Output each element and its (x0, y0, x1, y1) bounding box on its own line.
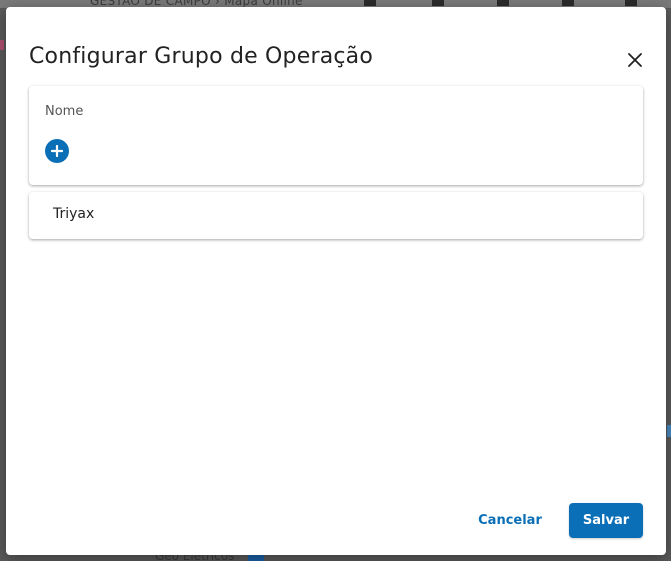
background-accent (667, 425, 671, 437)
background-toolbar-icon (562, 0, 574, 6)
name-header-card: Nome (29, 86, 643, 185)
background-toolbar-icon (364, 0, 376, 6)
close-icon (628, 53, 642, 67)
background-toolbar-icon (497, 0, 509, 6)
background-toolbar-icon (625, 0, 637, 6)
add-group-button[interactable] (45, 139, 69, 163)
save-button[interactable]: Salvar (569, 503, 643, 538)
list-item[interactable]: Triyax (29, 192, 643, 239)
close-button[interactable] (623, 48, 647, 72)
background-accent (0, 40, 4, 50)
name-column-label: Nome (45, 104, 84, 119)
configure-operation-group-dialog: Configurar Grupo de Operação Nome Triyax… (6, 7, 666, 555)
plus-circle-icon (51, 145, 63, 157)
list-item-name: Triyax (53, 206, 95, 222)
cancel-button[interactable]: Cancelar (473, 503, 547, 538)
background-toolbar-icon (432, 0, 444, 6)
dialog-title: Configurar Grupo de Operação (29, 44, 374, 69)
